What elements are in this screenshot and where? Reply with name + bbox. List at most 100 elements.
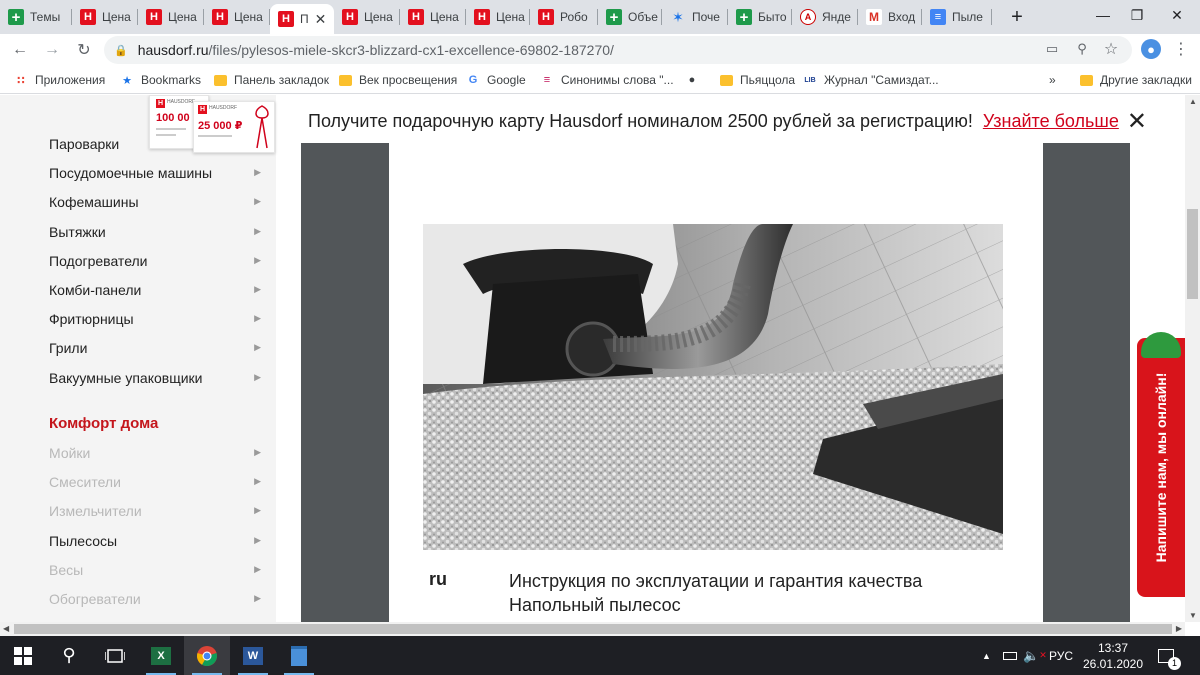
menu-kebab-icon[interactable]: ⋮ <box>1172 40 1190 58</box>
browser-tab[interactable]: H Цена <box>334 4 400 30</box>
document-language: ru <box>429 569 447 589</box>
horizontal-scroll-thumb[interactable] <box>14 624 1172 634</box>
sidebar-item[interactable]: Вытяжки ▶ <box>49 224 261 240</box>
chevron-right-icon: ▶ <box>254 342 261 353</box>
bookmark-label: Панель закладок <box>234 73 329 87</box>
horizontal-scrollbar[interactable]: ◀ ▶ <box>0 622 1185 636</box>
close-window-icon[interactable]: ✕ <box>1154 0 1200 30</box>
browser-tab[interactable]: + Темы <box>0 4 72 30</box>
bookmark-label: Синонимы слова "... <box>561 73 674 87</box>
web-page: Пароварки▶Посудомоечные машины▶Кофемашин… <box>0 95 1185 622</box>
tab-label: Цена <box>496 10 525 24</box>
browser-tab[interactable]: M Вход <box>858 4 922 30</box>
tray-expand-icon[interactable]: ▲ <box>982 636 991 675</box>
sidebar-item[interactable]: Пылесосы ▶ <box>49 533 261 549</box>
notifications-count: 1 <box>1168 656 1181 670</box>
chrome-app-icon[interactable] <box>184 636 230 675</box>
windows-start-icon[interactable] <box>0 636 46 675</box>
sidebar-item[interactable]: Кофемашины ▶ <box>49 194 261 210</box>
sidebar-item[interactable]: Грили ▶ <box>49 340 261 356</box>
scroll-down-icon[interactable]: ▼ <box>1189 611 1197 620</box>
ribbon-bow-icon <box>255 105 269 149</box>
excel-app-icon[interactable]: X <box>138 636 184 675</box>
reload-icon[interactable]: ↻ <box>72 38 96 62</box>
new-tab-button[interactable]: + <box>1003 2 1031 32</box>
chat-widget[interactable]: Напишите нам, мы онлайн! <box>1137 332 1185 597</box>
scroll-right-icon[interactable]: ▶ <box>1176 624 1182 633</box>
browser-tab[interactable]: H Цена <box>138 4 204 30</box>
sidebar-item[interactable]: Обогреватели ▶ <box>49 591 261 607</box>
clock[interactable]: 13:37 26.01.2020 <box>1083 636 1143 675</box>
browser-tab[interactable]: + Объе <box>598 4 662 30</box>
forward-icon[interactable]: → <box>40 38 64 62</box>
bookmark-item[interactable]: ★ Bookmarks <box>120 71 201 89</box>
zoom-icon[interactable]: ⚲ <box>1073 40 1091 58</box>
word-app-icon[interactable]: W <box>230 636 276 675</box>
profile-avatar-icon[interactable]: ● <box>1141 39 1161 59</box>
browser-tab[interactable]: H Робо <box>530 4 598 30</box>
browser-tab[interactable]: H П ✕ <box>270 4 334 34</box>
bookmark-item[interactable]: ≡ Синонимы слова "... <box>540 71 674 89</box>
browser-tab[interactable]: ≡ Пыле <box>922 4 992 30</box>
sidebar-item[interactable]: Смесители ▶ <box>49 474 261 490</box>
tab-label: Янде <box>822 10 851 24</box>
promo-text: Получите подарочную карту Hausdorf номин… <box>308 111 1119 131</box>
browser-tab[interactable]: + Быто <box>728 4 792 30</box>
folder-icon <box>214 74 227 86</box>
battery-icon[interactable] <box>1003 636 1017 675</box>
bookmarks-overflow-button[interactable]: » <box>1049 71 1056 89</box>
promo-link[interactable]: Узнайте больше <box>983 111 1119 131</box>
sidebar-item[interactable]: Фритюрницы ▶ <box>49 311 261 327</box>
back-icon[interactable]: ← <box>8 38 32 62</box>
vertical-scroll-thumb[interactable] <box>1187 209 1198 299</box>
tab-label: Темы <box>30 10 61 24</box>
sidebar-item[interactable]: Весы ▶ <box>49 562 261 578</box>
sidebar-item[interactable]: Измельчители ▶ <box>49 503 261 519</box>
vertical-scrollbar[interactable]: ▲ ▼ <box>1185 95 1200 622</box>
bookmark-star-icon[interactable]: ☆ <box>1102 40 1120 58</box>
notifications-icon[interactable]: 1 <box>1154 636 1181 675</box>
sparkle-icon: ✶ <box>672 8 684 25</box>
browser-tab[interactable]: ✶ Поче <box>662 4 728 30</box>
address-bar[interactable]: 🔒 hausdorf.ru /files/pylesos-miele-skcr3… <box>104 36 1132 64</box>
sidebar-item-label: Посудомоечные машины <box>49 165 213 182</box>
bookmark-item[interactable]: Век просвещения <box>339 71 457 89</box>
card-brand: HAUSDORF <box>167 99 196 105</box>
browser-tab[interactable]: H Цена <box>72 4 138 30</box>
bookmark-item[interactable]: Пьяццола <box>720 71 795 89</box>
bookmark-item[interactable]: ∷ Приложения <box>14 71 105 89</box>
browser-tab[interactable]: A Янде <box>792 4 858 30</box>
language-indicator[interactable]: РУС <box>1049 636 1073 675</box>
browser-tab[interactable]: H Цена <box>466 4 530 30</box>
folder-icon <box>339 74 352 86</box>
sidebar-item[interactable]: Комби-панели ▶ <box>49 282 261 298</box>
sidebar-item-label: Вакуумные упаковщики <box>49 369 203 386</box>
cast-icon[interactable]: ▭ <box>1043 40 1061 58</box>
sidebar-item[interactable]: Вакуумные упаковщики ▶ <box>49 370 261 386</box>
sidebar-item[interactable]: Посудомоечные машины ▶ <box>49 165 261 181</box>
bookmark-item[interactable]: ● <box>685 71 706 89</box>
tab-close-icon[interactable]: ✕ <box>315 11 327 28</box>
volume-muted-icon[interactable]: 🔈 ✕ <box>1023 636 1047 675</box>
browser-tab[interactable]: H Цена <box>400 4 466 30</box>
sidebar-item-label: Вытяжки <box>49 223 106 240</box>
tab-label: Цена <box>234 10 263 24</box>
tab-label: П <box>300 12 309 26</box>
chevron-right-icon: ▶ <box>254 563 261 574</box>
bookmark-label: Bookmarks <box>141 73 202 87</box>
sidebar-item[interactable]: Подогреватели ▶ <box>49 253 261 269</box>
bookmark-item[interactable]: LIB Журнал "Самиздат... <box>803 71 938 89</box>
browser-tab[interactable]: H Цена <box>204 4 270 30</box>
globe-icon: ● <box>688 74 696 86</box>
bookmark-item[interactable]: Панель закладок <box>214 71 329 89</box>
bookmark-item[interactable]: G Google <box>466 71 526 89</box>
chevron-right-icon: ▶ <box>254 284 261 294</box>
scroll-left-icon[interactable]: ◀ <box>3 624 9 633</box>
other-bookmarks[interactable]: Другие закладки <box>1080 71 1192 89</box>
sidebar-item[interactable]: Мойки ▶ <box>49 445 261 461</box>
search-icon[interactable]: ⚲ <box>46 636 92 675</box>
task-view-icon[interactable] <box>92 636 138 675</box>
notepad-app-icon[interactable] <box>276 636 322 675</box>
scroll-up-icon[interactable]: ▲ <box>1189 97 1197 106</box>
close-icon[interactable]: ✕ <box>1127 107 1147 136</box>
